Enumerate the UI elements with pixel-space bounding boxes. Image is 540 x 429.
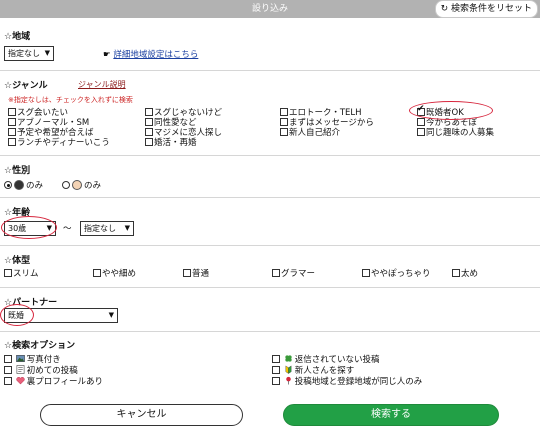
photo-icon — [15, 355, 25, 362]
detail-area-link-wrap[interactable]: ☛ 詳細地域設定はこちら — [103, 48, 198, 60]
page-title: 設り込み — [251, 4, 288, 14]
checkbox[interactable] — [145, 108, 153, 116]
header-bar: 設り込み ↻ 検索条件をリセット — [0, 0, 540, 18]
age-section: ☆年齢 30歳 ▼ 〜 指定なし ▼ — [0, 197, 540, 245]
body-type-item[interactable]: やや細め — [93, 267, 136, 279]
checkbox[interactable] — [452, 269, 460, 277]
refresh-icon: ↻ — [440, 4, 449, 14]
gender-female-option[interactable]: のみ — [4, 179, 43, 191]
reset-conditions-button[interactable]: ↻ 検索条件をリセット — [434, 0, 538, 18]
gender-section: ☆性別 のみ のみ — [0, 155, 540, 197]
clover-icon — [285, 355, 292, 362]
genre-item[interactable]: ランチやディナーいこう — [8, 136, 110, 148]
chevron-down-icon: ▼ — [108, 311, 114, 319]
search-button[interactable]: 検索する — [283, 404, 499, 426]
checkbox[interactable] — [183, 269, 191, 277]
body-type-item[interactable]: グラマー — [272, 267, 315, 279]
reset-label: 検索条件をリセット — [450, 4, 532, 14]
body-type-item[interactable]: 太め — [452, 267, 478, 279]
checkbox[interactable] — [4, 269, 12, 277]
checkbox[interactable] — [272, 366, 280, 374]
female-face-icon — [14, 180, 24, 190]
beginner-mark-icon — [285, 365, 292, 374]
checkbox[interactable] — [145, 138, 153, 146]
checkbox[interactable] — [8, 108, 16, 116]
radio-selected[interactable] — [4, 181, 12, 189]
genre-section: ☆ジャンル ジャンル説明 ※指定なしは、チェックを入れずに検索 スグ会いたい ア… — [0, 70, 540, 150]
checkbox[interactable] — [417, 118, 425, 126]
checkbox[interactable] — [8, 138, 16, 146]
checkbox[interactable] — [280, 118, 288, 126]
checkbox[interactable] — [280, 128, 288, 136]
chevron-down-icon: ▼ — [124, 224, 130, 232]
pointer-hand-icon: ☛ — [103, 50, 111, 60]
male-face-icon — [72, 180, 82, 190]
genre-item[interactable]: 同じ趣味の人募集 — [417, 126, 494, 138]
checkbox[interactable] — [145, 128, 153, 136]
genre-item[interactable]: 婚活・再婚 — [145, 136, 197, 148]
checkbox[interactable] — [93, 269, 101, 277]
genre-title: ☆ジャンル — [4, 81, 48, 91]
highlight-oval — [0, 304, 34, 326]
checkbox[interactable] — [8, 118, 16, 126]
genre-item[interactable]: 新人自己紹介 — [280, 126, 340, 138]
gender-title: ☆性別 — [4, 166, 31, 176]
area-title: ☆地域 — [4, 32, 31, 42]
pushpin-icon — [285, 376, 291, 385]
area-section: ☆地域 指定なし ▼ ☛ 詳細地域設定はこちら — [0, 24, 540, 64]
gender-male-option[interactable]: のみ — [62, 179, 101, 191]
genre-note: ※指定なしは、チェックを入れずに検索 — [8, 96, 133, 104]
checkbox[interactable] — [145, 118, 153, 126]
age-to-value: 指定なし — [84, 224, 116, 233]
radio[interactable] — [62, 181, 70, 189]
checkbox[interactable] — [272, 355, 280, 363]
memo-icon — [16, 365, 25, 374]
area-select-value: 指定なし — [8, 49, 40, 58]
checkbox[interactable] — [4, 377, 12, 385]
body-type-item[interactable]: 普通 — [183, 267, 209, 279]
chevron-down-icon: ▼ — [44, 49, 50, 57]
genre-help-link[interactable]: ジャンル説明 — [78, 79, 126, 90]
cancel-button[interactable]: キャンセル — [40, 404, 243, 426]
body-type-section: ☆体型 スリム やや細め 普通 グラマー ややぽっちゃり 太め — [0, 245, 540, 287]
body-type-item[interactable]: ややぽっちゃり — [362, 267, 431, 279]
highlight-oval — [1, 216, 57, 239]
heart-icon — [16, 377, 25, 385]
checkbox[interactable] — [362, 269, 370, 277]
partner-section: ☆パートナー 既婚 ▼ — [0, 287, 540, 329]
option-item[interactable]: 裏プロフィールあり — [4, 375, 103, 387]
highlight-oval — [409, 101, 493, 120]
search-options-title: ☆検索オプション — [4, 341, 76, 351]
detail-area-link[interactable]: 詳細地域設定はこちら — [113, 50, 198, 60]
checkbox[interactable] — [4, 355, 12, 363]
age-separator: 〜 — [63, 224, 72, 234]
checkbox[interactable] — [8, 128, 16, 136]
area-select[interactable]: 指定なし ▼ — [4, 46, 54, 61]
search-options-section: ☆検索オプション 写真付き 初めての投稿 裏プロフィールあり 返信されていない投… — [0, 331, 540, 397]
option-item[interactable]: 投稿地域と登録地域が同じ人のみ — [272, 375, 422, 387]
checkbox[interactable] — [417, 128, 425, 136]
checkbox[interactable] — [280, 108, 288, 116]
body-type-item[interactable]: スリム — [4, 267, 39, 279]
age-to-select[interactable]: 指定なし ▼ — [80, 221, 134, 236]
checkbox[interactable] — [4, 366, 12, 374]
checkbox[interactable] — [272, 269, 280, 277]
body-type-title: ☆体型 — [4, 256, 31, 266]
checkbox[interactable] — [272, 377, 280, 385]
